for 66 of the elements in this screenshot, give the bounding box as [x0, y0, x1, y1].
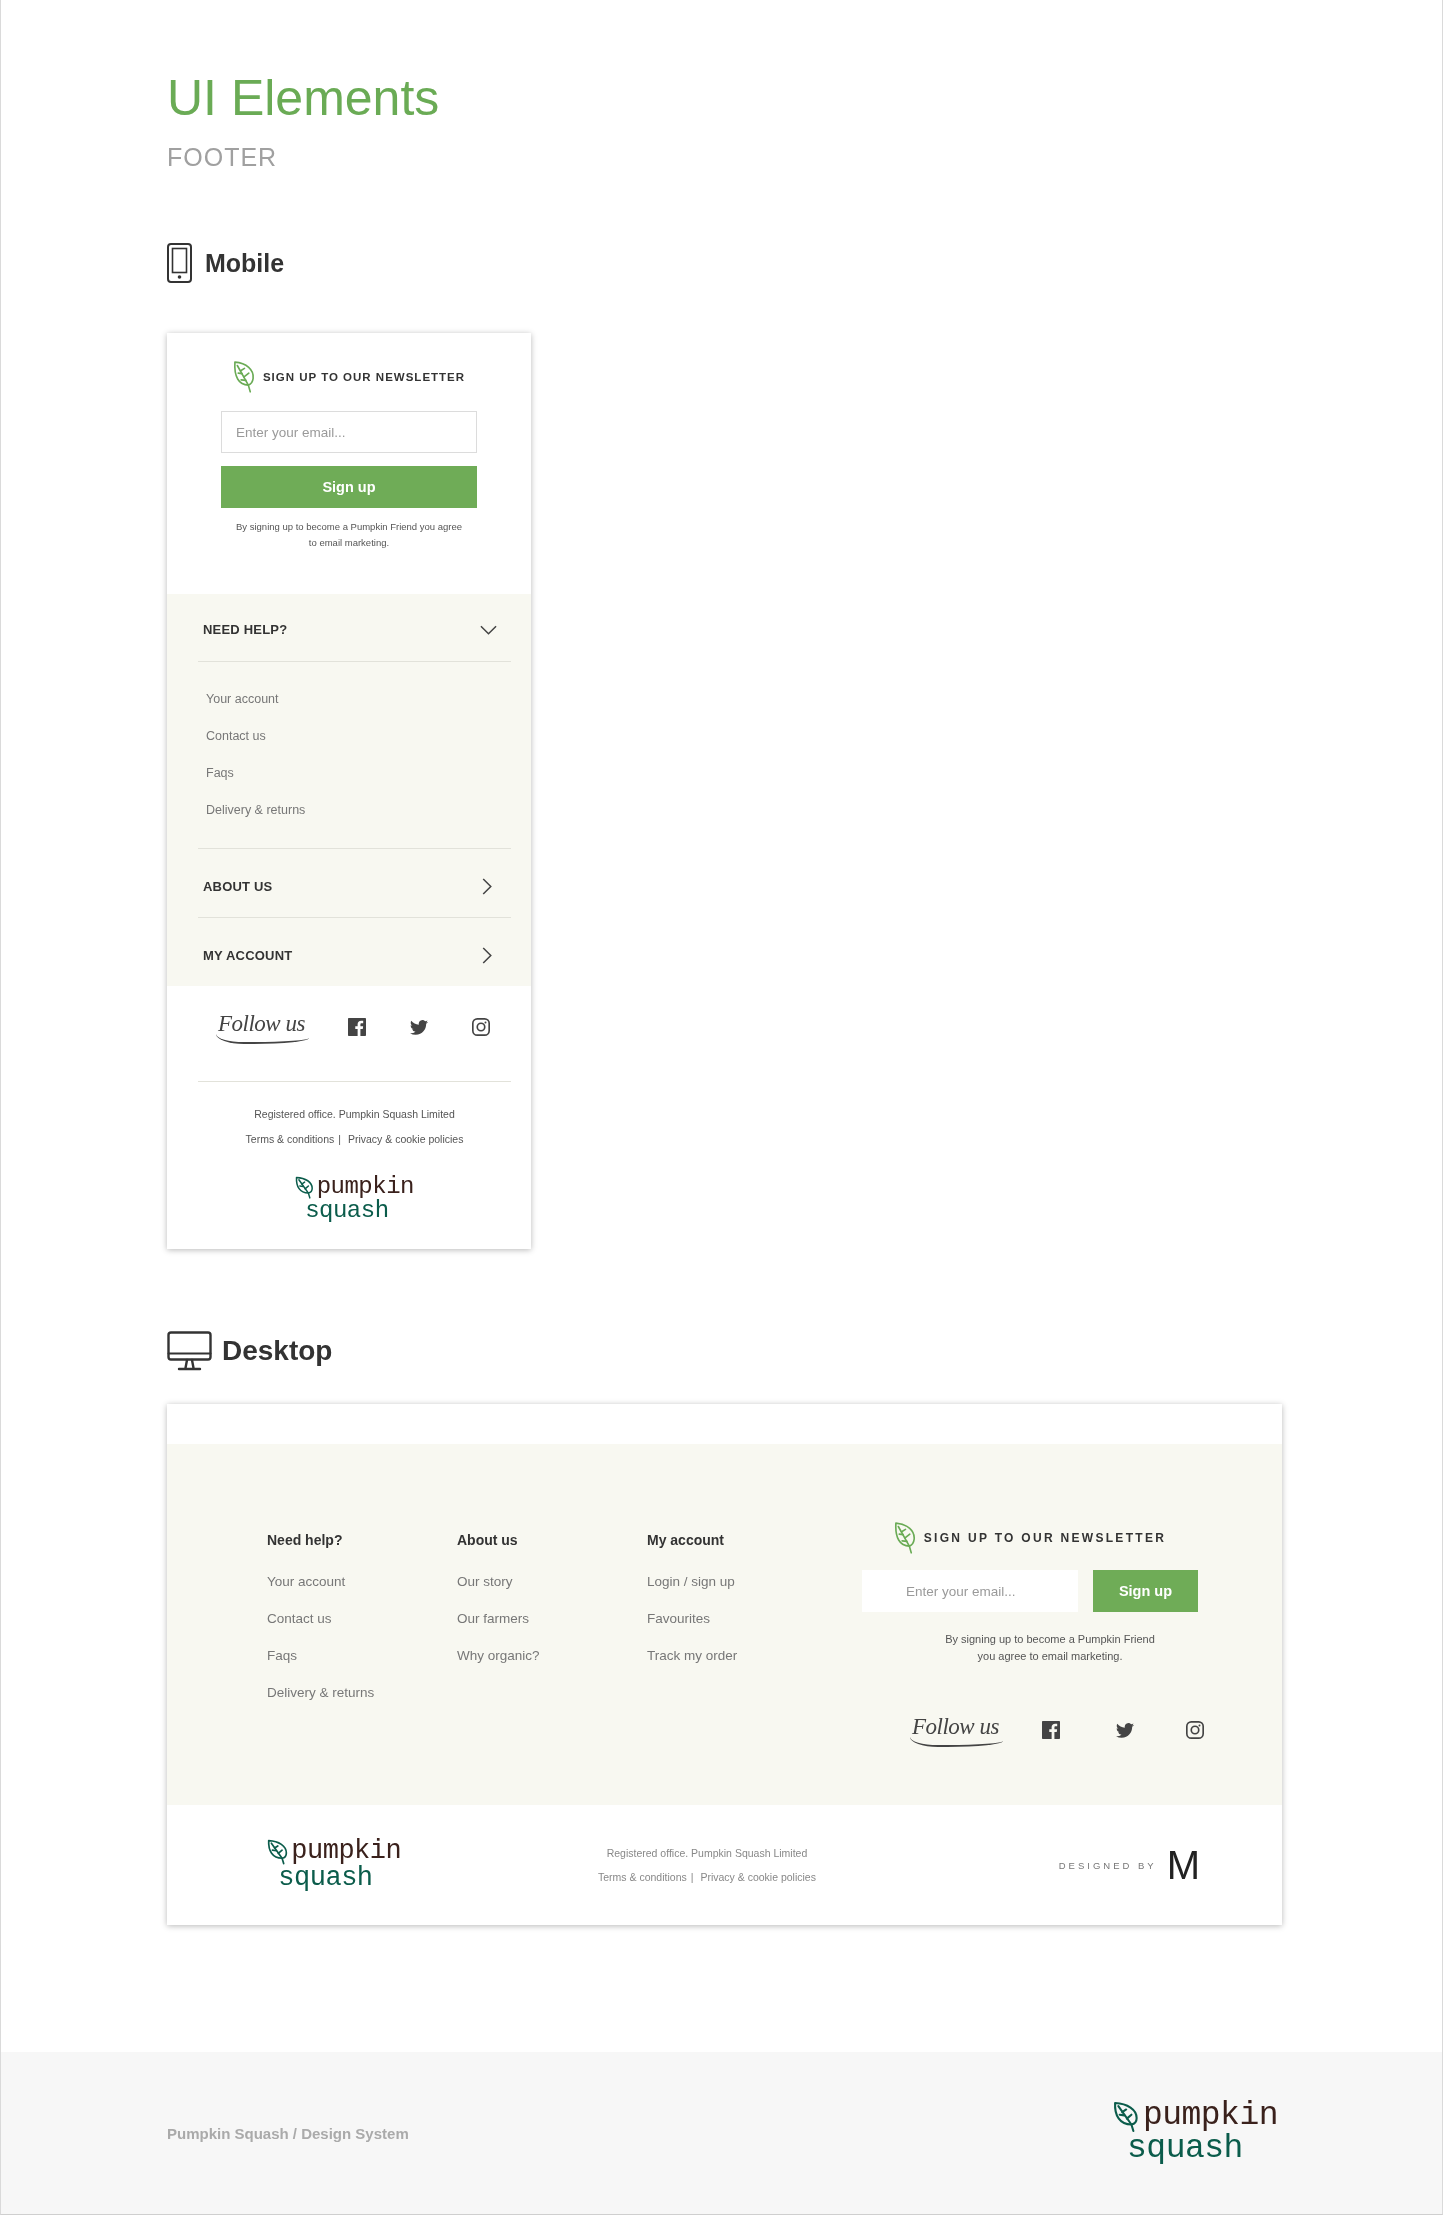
- footer-link[interactable]: Why organic?: [457, 1637, 540, 1675]
- page-subtitle: FOOTER: [167, 142, 278, 172]
- leaf-icon: [232, 360, 256, 393]
- mobile-phone-icon: [167, 243, 192, 283]
- legal-link[interactable]: Terms & conditions: [598, 1871, 687, 1884]
- newsletter-disclaimer: By signing up to become a Pumpkin Friend you agree to email marketing.: [235, 520, 463, 550]
- footer-link[interactable]: Your account: [206, 681, 279, 718]
- chevron-down-icon: [480, 624, 497, 635]
- accordion-header[interactable]: MY ACCOUNT: [198, 918, 511, 986]
- link-separator: |: [690, 1871, 694, 1884]
- newsletter-disclaimer: By signing up to become a Pumpkin Friend you agree to email marketing.: [944, 1632, 1156, 1665]
- follow-us-lettering: Follow us: [216, 1010, 309, 1044]
- footer-link[interactable]: Track my order: [647, 1637, 738, 1675]
- legal-link[interactable]: Privacy & cookie policies: [347, 1133, 464, 1145]
- footer-link[interactable]: Your account: [267, 1563, 346, 1601]
- leaf-icon: [893, 1521, 917, 1555]
- sign-up-button[interactable]: Sign up: [221, 466, 477, 508]
- follow-us-lettering: Follow us: [910, 1713, 1003, 1747]
- newsletter-heading: SIGN UP TO OUR NEWSLETTER: [262, 370, 466, 383]
- accordion-header[interactable]: NEED HELP?: [198, 594, 511, 662]
- logo-wordmark: squash: [277, 1866, 373, 1891]
- section-heading: Desktop: [222, 1335, 333, 1368]
- footer-link[interactable]: Faqs: [206, 755, 234, 792]
- registered-office-text: Registered office. Pumpkin Squash Limited: [605, 1846, 809, 1862]
- footer-link[interactable]: Our farmers: [457, 1600, 529, 1638]
- leaf-logo-icon: [1113, 2101, 1140, 2133]
- registered-office-text: Registered office. Pumpkin Squash Limited: [253, 1107, 456, 1122]
- accordion-header[interactable]: ABOUT US: [198, 849, 511, 917]
- section-heading: Mobile: [205, 248, 285, 278]
- logo-wordmark: squash: [1126, 2134, 1243, 2165]
- designer-monogram: M: [1166, 1845, 1200, 1886]
- footer-link[interactable]: Delivery & returns: [267, 1674, 375, 1712]
- footer-link[interactable]: Faqs: [267, 1637, 297, 1675]
- instagram-icon[interactable]: [1185, 1721, 1204, 1740]
- chevron-right-icon: [482, 877, 492, 895]
- email-input[interactable]: Enter your email...: [221, 411, 477, 453]
- footer-link[interactable]: Contact us: [267, 1600, 332, 1638]
- newsletter-heading: SIGN UP TO OUR NEWSLETTER: [923, 1530, 1167, 1545]
- email-input[interactable]: Enter your email...: [862, 1570, 1078, 1613]
- desktop-monitor-icon: [167, 1331, 212, 1372]
- chevron-right-icon: [482, 946, 492, 964]
- footer-link[interactable]: Our story: [457, 1563, 513, 1601]
- logo-wordmark: pumpkin: [291, 1839, 402, 1867]
- page-title: UI Elements: [167, 69, 440, 128]
- sign-up-button[interactable]: Sign up: [1093, 1570, 1198, 1613]
- logo-wordmark: squash: [304, 1200, 389, 1223]
- facebook-icon[interactable]: [1041, 1721, 1060, 1740]
- footer-caption: Pumpkin Squash / Design System: [167, 2124, 409, 2142]
- legal-link[interactable]: Privacy & cookie policies: [700, 1871, 816, 1884]
- footer-link[interactable]: Contact us: [206, 718, 266, 755]
- designed-by-label: DESIGNED BY: [1058, 1859, 1157, 1871]
- column-heading: Need help?: [267, 1531, 343, 1551]
- legal-link[interactable]: Terms & conditions: [245, 1133, 335, 1145]
- column-heading: My account: [647, 1531, 724, 1551]
- facebook-icon[interactable]: [347, 1018, 366, 1036]
- leaf-logo-icon: [267, 1839, 289, 1865]
- instagram-icon[interactable]: [471, 1018, 490, 1036]
- twitter-icon[interactable]: [1115, 1722, 1134, 1738]
- footer-link[interactable]: Favourites: [647, 1600, 711, 1638]
- column-heading: About us: [457, 1531, 518, 1551]
- twitter-icon[interactable]: [409, 1019, 428, 1035]
- link-separator: |: [338, 1133, 341, 1145]
- leaf-logo-icon: [295, 1176, 315, 1199]
- logo-wordmark: pumpkin: [316, 1176, 414, 1200]
- footer-link[interactable]: Login / sign up: [647, 1563, 735, 1601]
- footer-link[interactable]: Delivery & returns: [206, 792, 306, 829]
